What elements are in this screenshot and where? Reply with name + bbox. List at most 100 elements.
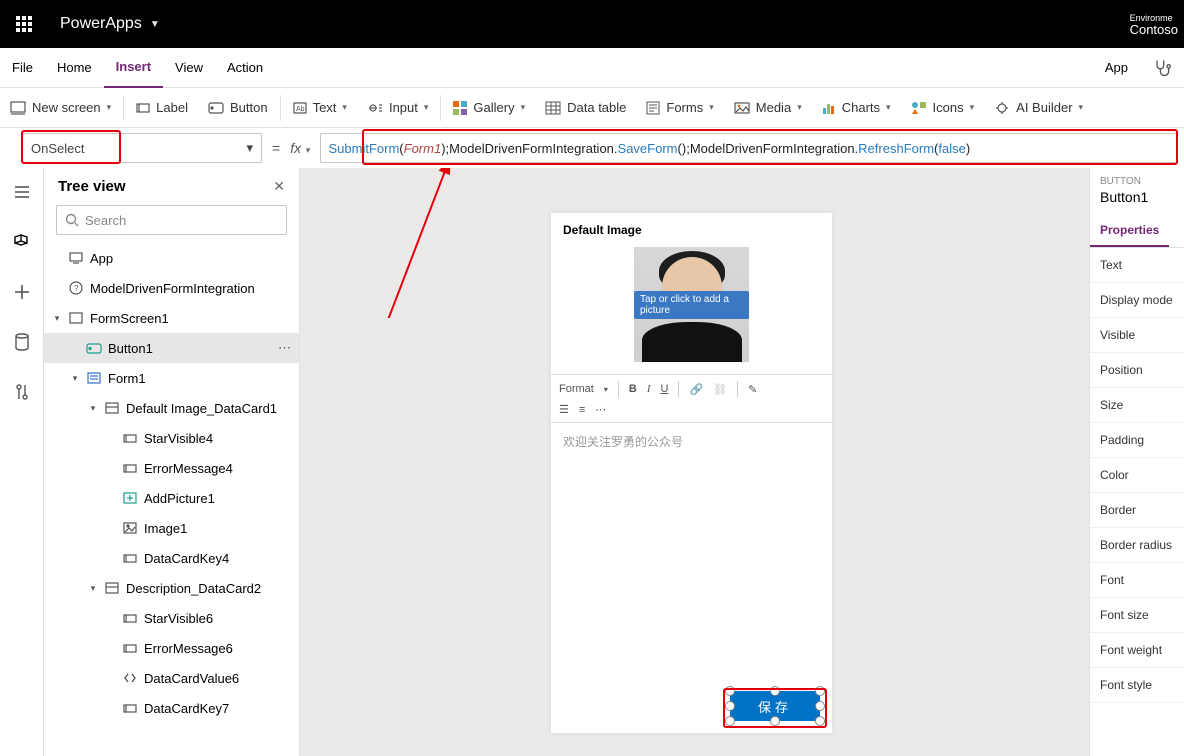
add-picture-control[interactable]: Tap or click to add a picture <box>634 247 749 362</box>
tree-node[interactable]: ErrorMessage4 <box>44 453 299 483</box>
menu-action[interactable]: Action <box>215 48 275 88</box>
property-row[interactable]: Font weight <box>1090 633 1184 668</box>
datatable-button[interactable]: Data table <box>535 88 636 128</box>
clear-format-icon[interactable]: ✎ <box>748 383 757 396</box>
italic-icon[interactable]: I <box>647 383 651 395</box>
tree-node[interactable]: DataCardValue6 <box>44 663 299 693</box>
bold-icon[interactable]: B <box>629 383 637 395</box>
underline-icon[interactable]: U <box>660 383 668 395</box>
icons-button[interactable]: Icons▾ <box>901 88 985 128</box>
unlink-icon[interactable]: ⛓ <box>713 383 727 396</box>
tree-node[interactable]: StarVisible4 <box>44 423 299 453</box>
rte-content[interactable]: 欢迎关注罗勇的公众号 <box>551 423 832 460</box>
canvas[interactable]: Default Image Tap or click to add a pict… <box>300 168 1089 756</box>
property-row[interactable]: Font style <box>1090 668 1184 703</box>
prop-name: Button1 <box>1090 187 1184 215</box>
new-screen-button[interactable]: New screen▾ <box>0 88 121 128</box>
input-label: Input <box>389 100 418 115</box>
tree-node[interactable]: App <box>44 243 299 273</box>
bullet-list-icon[interactable]: ☰ <box>559 403 569 416</box>
tree-node[interactable]: DataCardKey4 <box>44 543 299 573</box>
more-icon[interactable]: ⋯ <box>595 403 606 416</box>
text-button[interactable]: Ab Text▾ <box>283 88 357 128</box>
property-row[interactable]: Color <box>1090 458 1184 493</box>
property-row[interactable]: Font size <box>1090 598 1184 633</box>
search-input[interactable]: Search <box>56 205 287 235</box>
property-row[interactable]: Visible <box>1090 318 1184 353</box>
equals-sign: = <box>272 140 280 156</box>
data-icon[interactable] <box>6 326 38 358</box>
tree-node-label: ErrorMessage6 <box>144 641 233 656</box>
property-row[interactable]: Border <box>1090 493 1184 528</box>
image-icon <box>122 520 138 536</box>
tree-node[interactable]: ▾FormScreen1 <box>44 303 299 333</box>
tree-node-label: Form1 <box>108 371 146 386</box>
card-title: Default Image <box>551 213 832 247</box>
charts-button[interactable]: Charts▾ <box>812 88 901 128</box>
button-button[interactable]: Button <box>198 88 278 128</box>
media-button[interactable]: Media▾ <box>724 88 812 128</box>
label-icon <box>122 610 138 626</box>
more-icon[interactable]: ⋯ <box>278 340 291 356</box>
tree-node[interactable]: Image1 <box>44 513 299 543</box>
menu-insert[interactable]: Insert <box>104 48 163 88</box>
property-select[interactable]: OnSelect ▾ <box>22 133 262 163</box>
left-rail <box>0 168 44 756</box>
property-row[interactable]: Size <box>1090 388 1184 423</box>
property-row[interactable]: Display mode <box>1090 283 1184 318</box>
chevron-down-icon[interactable]: ▼ <box>150 19 160 30</box>
label-icon <box>122 640 138 656</box>
menu-view[interactable]: View <box>163 48 215 88</box>
properties-panel: BUTTON Button1 Properties TextDisplay mo… <box>1089 168 1184 756</box>
tree-node[interactable]: ?ModelDrivenFormIntegration <box>44 273 299 303</box>
link-icon[interactable]: 🔗 <box>689 383 703 396</box>
hamburger-icon[interactable] <box>6 176 38 208</box>
property-row[interactable]: Position <box>1090 353 1184 388</box>
tree-node[interactable]: Button1⋯ <box>44 333 299 363</box>
number-list-icon[interactable]: ≡ <box>579 404 585 416</box>
tree-node[interactable]: AddPicture1 <box>44 483 299 513</box>
tree-node[interactable]: ▾Description_DataCard2 <box>44 573 299 603</box>
label-button[interactable]: Label <box>126 88 198 128</box>
property-row[interactable]: Font <box>1090 563 1184 598</box>
menu-home[interactable]: Home <box>45 48 104 88</box>
tree-view-icon[interactable] <box>6 226 38 258</box>
rte-toolbar[interactable]: Format▾ B I U 🔗 ⛓ ✎ ☰ ≡ ⋯ <box>551 374 832 423</box>
aibuilder-button[interactable]: AI Builder▾ <box>984 88 1093 128</box>
close-icon[interactable]: ✕ <box>273 178 285 195</box>
app-launcher-icon[interactable] <box>0 16 48 32</box>
tree-node-label: StarVisible4 <box>144 431 213 446</box>
fx-label: fx ▾ <box>290 140 309 156</box>
property-row[interactable]: Padding <box>1090 423 1184 458</box>
env-name: Contoso <box>1130 24 1178 36</box>
input-button[interactable]: Input▾ <box>357 88 438 128</box>
formula-bar: OnSelect ▾ = fx ▾ SubmitForm(Form1);Mode… <box>0 128 1184 168</box>
property-row[interactable]: Border radius <box>1090 528 1184 563</box>
tools-icon[interactable] <box>6 376 38 408</box>
tree-node[interactable]: StarVisible6 <box>44 603 299 633</box>
text-label: Text <box>313 100 337 115</box>
label-label: Label <box>156 100 188 115</box>
property-row[interactable]: Text <box>1090 248 1184 283</box>
tree-node[interactable]: DataCardKey7 <box>44 693 299 723</box>
charts-label: Charts <box>842 100 880 115</box>
tree-node-label: ModelDrivenFormIntegration <box>90 281 255 296</box>
ribbon: New screen▾ Label Button Ab Text▾ Input▾… <box>0 88 1184 128</box>
stethoscope-icon[interactable] <box>1140 48 1184 88</box>
menu-app[interactable]: App <box>1093 48 1140 88</box>
insert-icon[interactable] <box>6 276 38 308</box>
tree-node-label: Description_DataCard2 <box>126 581 261 596</box>
gallery-button[interactable]: Gallery▾ <box>443 88 535 128</box>
tab-properties[interactable]: Properties <box>1090 215 1169 247</box>
tree-node[interactable]: ErrorMessage6 <box>44 633 299 663</box>
tree-node[interactable]: ▾Default Image_DataCard1 <box>44 393 299 423</box>
chevron-down-icon[interactable]: ▾ <box>305 145 310 155</box>
forms-button[interactable]: Forms▾ <box>636 88 723 128</box>
rte-format-label[interactable]: Format <box>559 383 594 395</box>
menu-file[interactable]: File <box>0 48 45 88</box>
environment-picker[interactable]: Environme Contoso <box>1130 12 1184 36</box>
tree-node[interactable]: ▾Form1 <box>44 363 299 393</box>
property-value: OnSelect <box>31 141 84 156</box>
formula-input[interactable]: SubmitForm(Form1);ModelDrivenFormIntegra… <box>320 133 1179 163</box>
svg-text:Ab: Ab <box>296 106 305 113</box>
